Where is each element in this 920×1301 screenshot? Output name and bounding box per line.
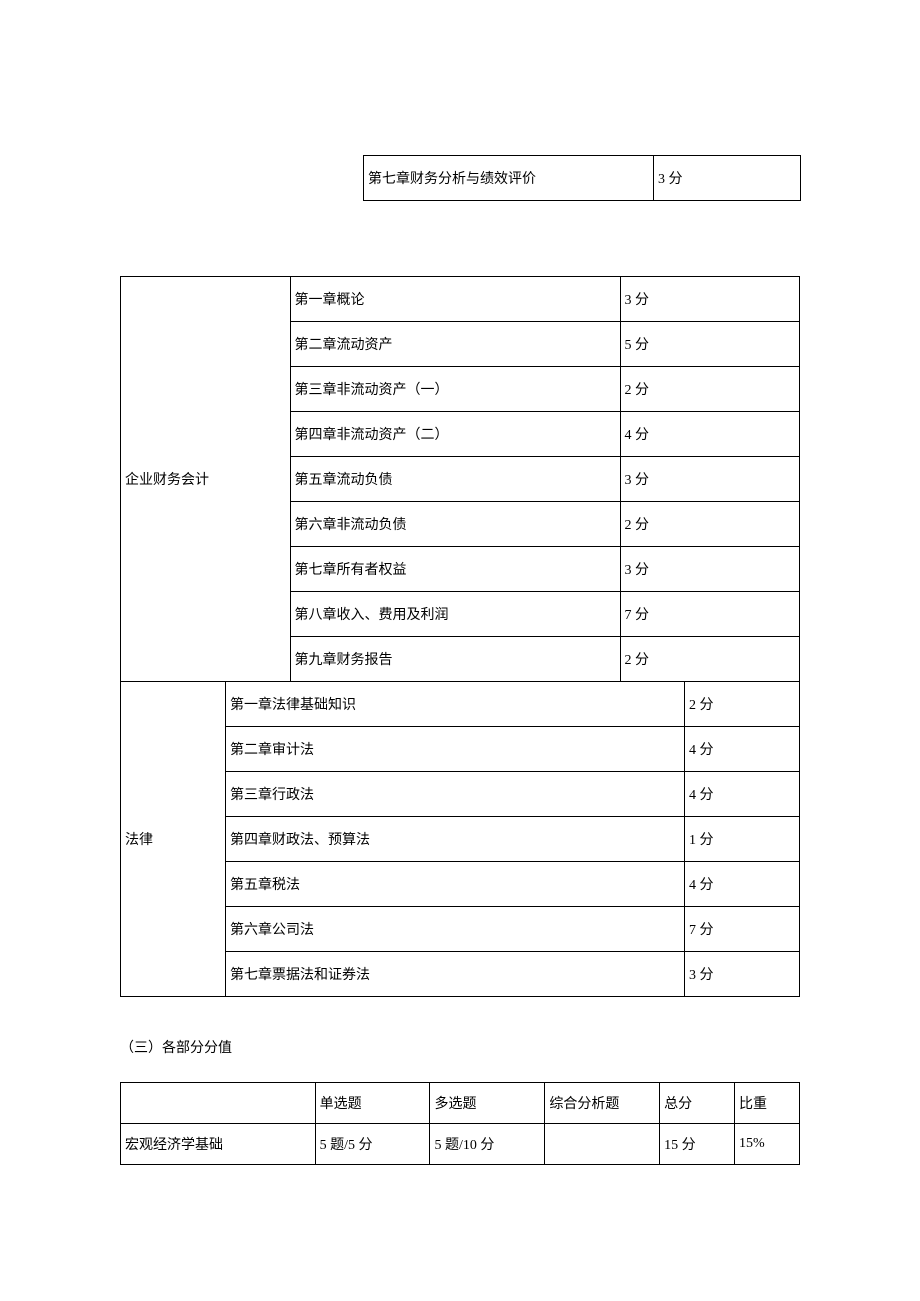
chapter-cell: 第七章财务分析与绩效评价 <box>364 156 654 201</box>
score-cell: 3 分 <box>620 277 800 322</box>
score-cell: 7 分 <box>620 592 800 637</box>
header-cell <box>121 1083 316 1124</box>
table-row: 第七章财务分析与绩效评价 3 分 <box>364 156 801 201</box>
score-cell: 4 分 <box>685 862 800 907</box>
chapter-cell: 第一章概论 <box>290 277 620 322</box>
chapter-cell: 第二章流动资产 <box>290 322 620 367</box>
header-cell: 比重 <box>735 1083 800 1124</box>
score-cell: 3 分 <box>620 547 800 592</box>
subject-cell-law: 法律 <box>121 682 226 997</box>
chapter-cell: 第三章非流动资产（一） <box>290 367 620 412</box>
score-breakdown-table: 单选题 多选题 综合分析题 总分 比重 宏观经济学基础 5 题/5 分 5 题/… <box>120 1082 800 1165</box>
score-cell: 7 分 <box>685 907 800 952</box>
score-cell: 4 分 <box>620 412 800 457</box>
header-cell: 总分 <box>660 1083 735 1124</box>
score-cell: 2 分 <box>685 682 800 727</box>
chapter-cell: 第一章法律基础知识 <box>226 682 685 727</box>
header-cell: 综合分析题 <box>545 1083 660 1124</box>
table-row: 法律 第一章法律基础知识 2 分 <box>121 682 800 727</box>
multi-cell: 5 题/10 分 <box>430 1124 545 1165</box>
single-cell: 5 题/5 分 <box>315 1124 430 1165</box>
chapter-cell: 第五章流动负债 <box>290 457 620 502</box>
subject-cell-accounting: 企业财务会计 <box>121 277 291 682</box>
table-row: 企业财务会计 第一章概论 3 分 <box>121 277 800 322</box>
score-cell: 2 分 <box>620 502 800 547</box>
chapter-cell: 第九章财务报告 <box>290 637 620 682</box>
chapter-cell: 第四章非流动资产（二） <box>290 412 620 457</box>
chapter-cell: 第八章收入、费用及利润 <box>290 592 620 637</box>
subject-cell: 宏观经济学基础 <box>121 1124 316 1165</box>
chapter-cell: 第三章行政法 <box>226 772 685 817</box>
total-cell: 15 分 <box>660 1124 735 1165</box>
score-cell: 5 分 <box>620 322 800 367</box>
chapter-cell: 第七章所有者权益 <box>290 547 620 592</box>
chapter-cell: 第二章审计法 <box>226 727 685 772</box>
chapter-cell: 第四章财政法、预算法 <box>226 817 685 862</box>
section-title: （三）各部分分值 <box>120 1037 800 1057</box>
chapter-cell: 第五章税法 <box>226 862 685 907</box>
score-cell: 4 分 <box>685 772 800 817</box>
score-cell: 2 分 <box>620 637 800 682</box>
header-cell: 单选题 <box>315 1083 430 1124</box>
main-subjects-table: 企业财务会计 第一章概论 3 分 第二章流动资产 5 分 第三章非流动资产（一）… <box>120 276 800 997</box>
score-cell: 3 分 <box>685 952 800 997</box>
table-header-row: 单选题 多选题 综合分析题 总分 比重 <box>121 1083 800 1124</box>
table-row: 宏观经济学基础 5 题/5 分 5 题/10 分 15 分 15% <box>121 1124 800 1165</box>
chapter-cell: 第七章票据法和证券法 <box>226 952 685 997</box>
top-fragment-table: 第七章财务分析与绩效评价 3 分 <box>363 155 801 201</box>
chapter-cell: 第六章非流动负债 <box>290 502 620 547</box>
score-cell: 2 分 <box>620 367 800 412</box>
header-cell: 多选题 <box>430 1083 545 1124</box>
score-cell: 1 分 <box>685 817 800 862</box>
score-cell: 3 分 <box>620 457 800 502</box>
analysis-cell <box>545 1124 660 1165</box>
weight-cell: 15% <box>735 1124 800 1165</box>
chapter-cell: 第六章公司法 <box>226 907 685 952</box>
score-cell: 3 分 <box>654 156 801 201</box>
score-cell: 4 分 <box>685 727 800 772</box>
